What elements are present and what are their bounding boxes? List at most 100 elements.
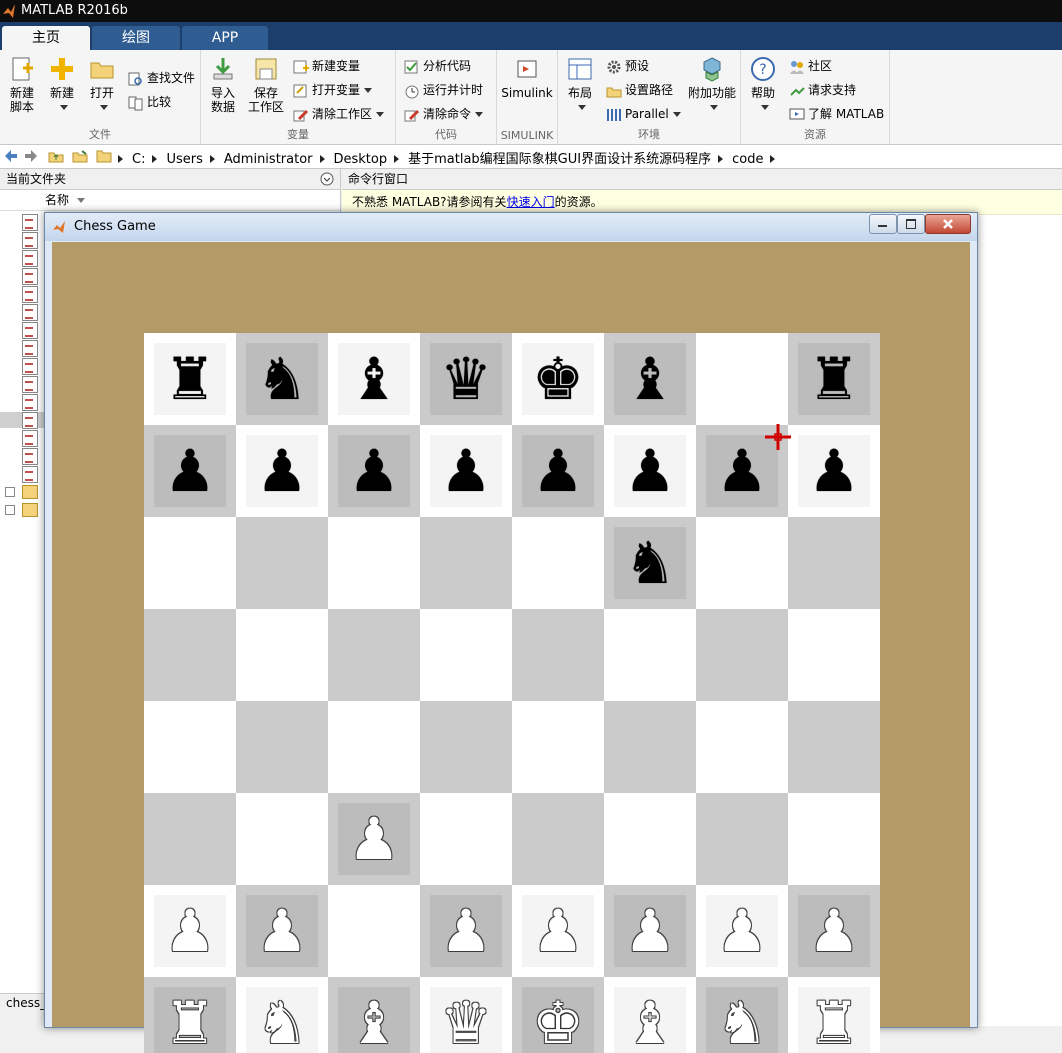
black-pawn-icon[interactable]: ♟	[328, 425, 420, 517]
breadcrumb-item[interactable]: Desktop	[334, 152, 388, 167]
board-square[interactable]: ♟	[604, 885, 696, 977]
breadcrumb-item[interactable]: 基于matlab编程国际象棋GUI界面设计系统源码程序	[408, 148, 711, 167]
board-square[interactable]	[604, 609, 696, 701]
white-rook-icon[interactable]: ♜	[788, 977, 880, 1053]
board-square[interactable]	[420, 517, 512, 609]
compare-button[interactable]: 比较	[128, 92, 171, 112]
white-pawn-icon[interactable]: ♟	[236, 885, 328, 977]
board-square[interactable]: ♟	[144, 885, 236, 977]
board-square[interactable]	[512, 793, 604, 885]
white-knight-icon[interactable]: ♞	[236, 977, 328, 1053]
layout-button[interactable]: 布局	[562, 50, 598, 114]
board-square[interactable]: ♟	[512, 885, 604, 977]
board-square[interactable]	[788, 609, 880, 701]
analyze-code-button[interactable]: 分析代码	[404, 56, 471, 76]
board-square[interactable]: ♟	[236, 425, 328, 517]
breadcrumb-item[interactable]: Users	[166, 152, 202, 167]
board-square[interactable]: ♞	[604, 517, 696, 609]
board-square[interactable]	[144, 793, 236, 885]
breadcrumb-item[interactable]: C:	[132, 152, 145, 167]
white-pawn-icon[interactable]: ♟	[696, 885, 788, 977]
black-pawn-icon[interactable]: ♟	[420, 425, 512, 517]
board-square[interactable]: ♛	[420, 333, 512, 425]
black-rook-icon[interactable]: ♜	[144, 333, 236, 425]
board-square[interactable]	[512, 609, 604, 701]
black-pawn-icon[interactable]: ♟	[604, 425, 696, 517]
black-rook-icon[interactable]: ♜	[788, 333, 880, 425]
clear-workspace-button[interactable]: 清除工作区	[293, 104, 385, 124]
close-button[interactable]	[925, 214, 971, 234]
board-square[interactable]	[144, 609, 236, 701]
panel-menu-icon[interactable]	[320, 172, 334, 186]
board-square[interactable]	[696, 701, 788, 793]
black-knight-icon[interactable]: ♞	[604, 517, 696, 609]
board-square[interactable]	[512, 517, 604, 609]
breadcrumb-separator-icon[interactable]	[152, 155, 158, 163]
board-square[interactable]	[604, 701, 696, 793]
board-square[interactable]	[420, 701, 512, 793]
board-square[interactable]: ♟	[512, 425, 604, 517]
new-script-button[interactable]: 新建 脚本	[4, 50, 40, 114]
run-and-time-button[interactable]: 运行并计时	[404, 80, 483, 100]
board-square[interactable]: ♞	[696, 977, 788, 1053]
open-variable-button[interactable]: 打开变量	[293, 80, 373, 100]
board-square[interactable]: ♟	[696, 885, 788, 977]
board-square[interactable]	[696, 793, 788, 885]
board-square[interactable]	[236, 701, 328, 793]
preferences-button[interactable]: 预设	[606, 56, 649, 76]
board-square[interactable]	[420, 609, 512, 701]
white-king-icon[interactable]: ♚	[512, 977, 604, 1053]
expand-icon[interactable]	[5, 487, 15, 497]
import-data-button[interactable]: 导入 数据	[205, 50, 241, 114]
breadcrumb-item[interactable]: Administrator	[224, 152, 313, 167]
black-pawn-icon[interactable]: ♟	[236, 425, 328, 517]
breadcrumb-separator-icon[interactable]	[209, 155, 215, 163]
chess-window-title-bar[interactable]: Chess Game	[45, 213, 977, 241]
white-pawn-icon[interactable]: ♟	[420, 885, 512, 977]
board-square[interactable]: ♟	[788, 885, 880, 977]
board-square[interactable]	[328, 701, 420, 793]
white-pawn-icon[interactable]: ♟	[144, 885, 236, 977]
board-square[interactable]	[144, 517, 236, 609]
board-square[interactable]	[328, 885, 420, 977]
tab-home[interactable]: 主页	[2, 26, 90, 50]
board-square[interactable]: ♟	[328, 793, 420, 885]
breadcrumb-separator-icon[interactable]	[319, 155, 325, 163]
breadcrumb-separator-icon[interactable]	[718, 155, 724, 163]
breadcrumb-separator-icon[interactable]	[770, 155, 776, 163]
black-bishop-icon[interactable]: ♝	[604, 333, 696, 425]
board-square[interactable]	[788, 793, 880, 885]
board-square[interactable]: ♟	[420, 425, 512, 517]
black-king-icon[interactable]: ♚	[512, 333, 604, 425]
black-queen-icon[interactable]: ♛	[420, 333, 512, 425]
add-ons-button[interactable]: 附加功能	[688, 50, 736, 114]
board-square[interactable]: ♝	[604, 333, 696, 425]
board-square[interactable]: ♟	[420, 885, 512, 977]
minimize-button[interactable]	[869, 214, 897, 234]
forward-arrow-icon[interactable]	[24, 149, 38, 163]
white-bishop-icon[interactable]: ♝	[328, 977, 420, 1053]
simulink-button[interactable]: Simulink	[501, 50, 553, 100]
board-square[interactable]: ♝	[328, 977, 420, 1053]
board-square[interactable]: ♞	[236, 977, 328, 1053]
white-pawn-icon[interactable]: ♟	[788, 885, 880, 977]
new-button[interactable]: 新建	[44, 50, 80, 114]
breadcrumb-separator-icon[interactable]	[118, 155, 123, 163]
board-square[interactable]	[604, 793, 696, 885]
board-square[interactable]: ♜	[144, 333, 236, 425]
getting-started-link[interactable]: 快速入门	[507, 195, 555, 209]
breadcrumb-separator-icon[interactable]	[394, 155, 400, 163]
new-variable-button[interactable]: 新建变量	[293, 56, 360, 76]
black-pawn-icon[interactable]: ♟	[144, 425, 236, 517]
white-pawn-icon[interactable]: ♟	[328, 793, 420, 885]
board-square[interactable]	[696, 517, 788, 609]
board-square[interactable]: ♚	[512, 977, 604, 1053]
board-square[interactable]	[512, 701, 604, 793]
black-bishop-icon[interactable]: ♝	[328, 333, 420, 425]
board-square[interactable]	[328, 609, 420, 701]
white-knight-icon[interactable]: ♞	[696, 977, 788, 1053]
board-square[interactable]: ♟	[328, 425, 420, 517]
find-files-button[interactable]: 查找文件	[128, 68, 195, 88]
tab-apps[interactable]: APP	[182, 26, 268, 50]
board-square[interactable]: ♟	[788, 425, 880, 517]
